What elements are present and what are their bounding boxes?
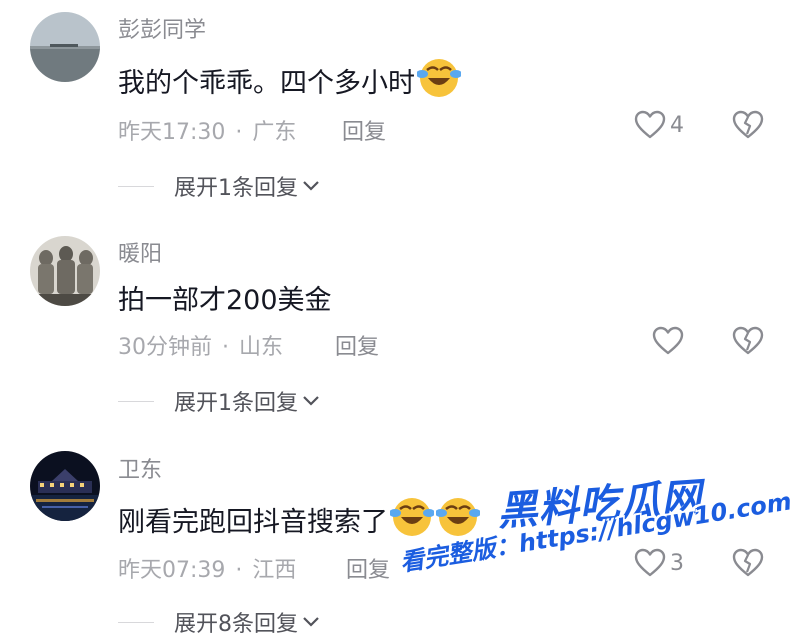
separator-dot: · (235, 558, 243, 583)
separator-dot: · (222, 335, 229, 360)
broken-heart-icon (732, 110, 764, 139)
expand-replies-button[interactable]: 展开1条回复 (118, 385, 320, 417)
broken-heart-icon (732, 326, 764, 355)
expand-replies-label: 展开1条回复 (174, 176, 298, 201)
dislike-button[interactable] (732, 326, 764, 360)
comment-text-body: 我的个乖乖。四个多小时 (118, 68, 415, 99)
dislike-button[interactable] (732, 548, 764, 582)
expand-replies-button[interactable]: 展开1条回复 (118, 170, 320, 202)
comment-text: 我的个乖乖。四个多小时 (118, 56, 461, 100)
divider-line (118, 185, 154, 187)
comment-time: 昨天17:30 (118, 120, 226, 145)
heart-icon (634, 110, 666, 139)
like-button[interactable]: 3 (634, 548, 684, 578)
chevron-down-icon (303, 617, 319, 627)
expand-replies-label: 展开1条回复 (174, 391, 298, 416)
separator-dot: · (235, 120, 243, 145)
username[interactable]: 彭彭同学 (118, 12, 206, 44)
comment-meta: 30分钟前 · 山东 (118, 329, 283, 361)
divider-line (118, 400, 154, 402)
chevron-down-icon (303, 396, 319, 406)
like-button[interactable]: 4 (634, 110, 684, 140)
divider-line (118, 621, 154, 623)
expand-replies-label: 展开8条回复 (174, 612, 298, 637)
comment-time: 昨天07:39 (118, 558, 226, 583)
comment-location: 广东 (252, 120, 297, 145)
like-count: 3 (670, 550, 684, 576)
avatar[interactable] (30, 12, 100, 82)
crying-laughing-emoji-icon (417, 59, 461, 97)
comment-meta: 昨天07:39 · 江西 (118, 552, 296, 584)
like-count: 4 (670, 112, 684, 138)
comment-text: 刚看完跑回抖音搜索了 (118, 495, 480, 539)
username[interactable]: 暖阳 (118, 236, 162, 268)
comment-location: 山东 (239, 335, 284, 360)
chevron-down-icon (303, 181, 319, 191)
avatar[interactable] (30, 236, 100, 306)
reply-button[interactable]: 回复 (342, 114, 386, 146)
expand-replies-button[interactable]: 展开8条回复 (118, 606, 320, 638)
avatar[interactable] (30, 451, 100, 521)
heart-icon (634, 548, 666, 577)
comment-text-body: 刚看完跑回抖音搜索了 (118, 507, 388, 538)
heart-icon (652, 326, 684, 355)
crying-laughing-emoji-icon (390, 498, 434, 536)
like-button[interactable] (652, 326, 688, 356)
reply-button[interactable]: 回复 (346, 552, 390, 584)
comment-time: 30分钟前 (118, 335, 212, 360)
dislike-button[interactable] (732, 110, 764, 144)
broken-heart-icon (732, 548, 764, 577)
username[interactable]: 卫东 (118, 452, 162, 484)
comment-meta: 昨天17:30 · 广东 (118, 114, 296, 146)
reply-button[interactable]: 回复 (335, 329, 379, 361)
comment-text: 拍一部才200美金 (118, 285, 332, 316)
comment-location: 江西 (252, 558, 297, 583)
